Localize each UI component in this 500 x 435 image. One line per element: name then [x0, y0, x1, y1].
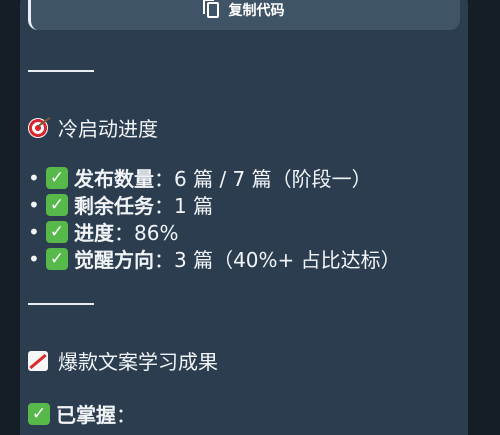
remaining-tasks-value: ：1 篇: [154, 194, 214, 218]
list-item-remaining-tasks: • ✓ 剩余任务 ：1 篇: [28, 190, 213, 219]
mastered-label: 已掌握: [56, 403, 116, 427]
check-mark-icon: ✓: [46, 220, 68, 243]
mastered-suffix: ：: [116, 403, 136, 427]
middle-divider: [28, 303, 94, 305]
list-item-publish-count: • ✓ 发布数量 ：6 篇 / 7 篇（阶段一）: [28, 163, 372, 192]
list-item-awakening-direction: • ✓ 觉醒方向 ：3 篇（40%+ 占比达标）: [28, 244, 401, 273]
awakening-direction-value: ：3 篇（40%+ 占比达标）: [154, 248, 401, 272]
check-mark-icon: ✓: [46, 193, 68, 216]
check-mark-icon: ✓: [46, 247, 68, 270]
left-background-edge: [0, 0, 22, 435]
copy-icon: [202, 0, 219, 18]
copy-code-button[interactable]: 复制代码: [28, 0, 460, 30]
target-icon: [28, 117, 48, 138]
bullet-dot: •: [28, 219, 40, 244]
publish-count-value: ：6 篇 / 7 篇（阶段一）: [154, 167, 372, 191]
publish-count-label: 发布数量: [74, 167, 154, 191]
top-divider: [28, 70, 94, 72]
learning-heading: 爆款文案学习成果: [28, 346, 218, 375]
chat-screen: 复制代码 冷启动进度 • ✓ 发布数量 ：6 篇 / 7 篇（阶段一） • ✓ …: [0, 0, 500, 435]
bullet-dot: •: [28, 246, 40, 271]
cold-start-title: 冷启动进度: [58, 117, 158, 141]
cold-start-heading: 冷启动进度: [28, 113, 158, 142]
progress-label: 进度: [74, 221, 114, 245]
mastered-row: ✓ 已掌握 ：: [28, 399, 136, 428]
copy-code-label: 复制代码: [228, 3, 285, 19]
learning-title: 爆款文案学习成果: [58, 350, 218, 374]
check-mark-icon: ✓: [28, 402, 50, 425]
bullet-dot: •: [28, 165, 40, 190]
awakening-direction-label: 觉醒方向: [74, 248, 154, 272]
progress-value: ：86%: [114, 221, 179, 245]
bullet-dot: •: [28, 192, 40, 217]
list-item-progress: • ✓ 进度 ：86%: [28, 217, 178, 246]
chart-increasing-icon: [28, 350, 48, 371]
check-mark-icon: ✓: [46, 166, 68, 189]
remaining-tasks-label: 剩余任务: [74, 194, 154, 218]
